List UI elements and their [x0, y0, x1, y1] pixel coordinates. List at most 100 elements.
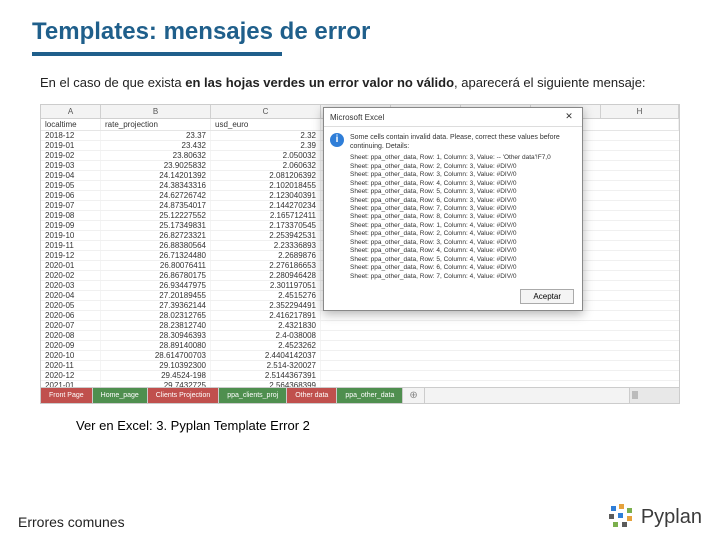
dialog-title: Microsoft Excel	[330, 113, 384, 122]
dialog-detail-line: Sheet: ppa_other_data, Row: 6, Column: 3…	[350, 197, 574, 205]
cell-time: 2020-10	[41, 351, 101, 360]
cell-rate: 28.30946393	[101, 331, 211, 340]
cell-time: 2020-03	[41, 281, 101, 290]
cell-rate: 24.62726742	[101, 191, 211, 200]
intro-text-1: En el caso de que exista	[40, 75, 185, 90]
cell-time: 2019-02	[41, 151, 101, 160]
cell-rate: 24.14201392	[101, 171, 211, 180]
cell-rate: 27.39362144	[101, 301, 211, 310]
cell-time: 2020-06	[41, 311, 101, 320]
cell-usd: 2.144270234	[211, 201, 321, 210]
cell-time: 2020-12	[41, 371, 101, 380]
cell-rate: 25.17349831	[101, 221, 211, 230]
cell-usd: 2.173370545	[211, 221, 321, 230]
cell-usd: 2.4321830	[211, 321, 321, 330]
sheet-tab[interactable]: ppa_clients_proj	[219, 388, 287, 403]
dialog-titlebar: Microsoft Excel ✕	[324, 108, 582, 127]
cell-usd: 2.32	[211, 131, 321, 140]
slide-title: Templates: mensajes de error	[32, 18, 688, 46]
col-header: B	[101, 105, 211, 118]
cell-time: 2020-09	[41, 341, 101, 350]
logo-dot	[611, 506, 616, 511]
cell-rate: 25.12227552	[101, 211, 211, 220]
brand-logo: Pyplan	[609, 504, 702, 530]
accept-button[interactable]: Aceptar	[520, 289, 574, 304]
cell-rate: 28.23812740	[101, 321, 211, 330]
dialog-detail-line: Sheet: ppa_other_data, Row: 1, Column: 4…	[350, 222, 574, 230]
sheet-tab[interactable]: Other data	[287, 388, 337, 403]
cell-time: 2019-06	[41, 191, 101, 200]
cell-usd: 2.102018455	[211, 181, 321, 190]
cell-time: 2020-11	[41, 361, 101, 370]
cell-usd: 2.4-038008	[211, 331, 321, 340]
cell-rate: 26.71324480	[101, 251, 211, 260]
cell-time: 2020-05	[41, 301, 101, 310]
cell-usd: 2.5144367391	[211, 371, 321, 380]
dialog-detail-line: Sheet: ppa_other_data, Row: 2, Column: 3…	[350, 163, 574, 171]
logo-dot	[627, 508, 632, 513]
cell-time: 2019-09	[41, 221, 101, 230]
intro-paragraph: En el caso de que exista en las hojas ve…	[40, 74, 680, 92]
cell-rate: 23.80632	[101, 151, 211, 160]
cell-time: 2020-04	[41, 291, 101, 300]
tab-scrollbar[interactable]	[629, 388, 679, 403]
cell-usd: 2.123040391	[211, 191, 321, 200]
field-label: rate_projection	[101, 119, 211, 130]
cell-time: 2019-01	[41, 141, 101, 150]
dialog-message: Some cells contain invalid data. Please,…	[350, 133, 574, 151]
cell-rate: 28.614700703	[101, 351, 211, 360]
field-label: localtime	[41, 119, 101, 130]
logo-dot	[609, 514, 614, 519]
cell-rate: 27.20189455	[101, 291, 211, 300]
cell-time: 2018-12	[41, 131, 101, 140]
cell-usd: 2.514-320027	[211, 361, 321, 370]
table-row: 2020-1229.4524-1982.5144367391	[41, 371, 679, 381]
cell-time: 2020-02	[41, 271, 101, 280]
sheet-tab[interactable]: Home_page	[93, 388, 148, 403]
intro-text-2: , aparecerá el siguiente mensaje:	[454, 75, 646, 90]
footer-section-title: Errores comunes	[18, 514, 125, 530]
logo-dot	[622, 522, 627, 527]
sheet-tabs: Front Page Home_page Clients Projection …	[41, 387, 679, 403]
cell-usd: 2.301197051	[211, 281, 321, 290]
cell-rate: 24.87354017	[101, 201, 211, 210]
cell-rate: 28.02312765	[101, 311, 211, 320]
dialog-footer: Aceptar	[324, 285, 582, 310]
cell-usd: 2.280946428	[211, 271, 321, 280]
table-row: 2020-0628.023127652.416217891	[41, 311, 679, 321]
cell-usd: 2.4515276	[211, 291, 321, 300]
col-header: C	[211, 105, 321, 118]
sheet-tab[interactable]: ppa_other_data	[337, 388, 403, 403]
info-icon: i	[330, 133, 344, 147]
dialog-detail-line: Sheet: ppa_other_data, Row: 7, Column: 3…	[350, 205, 574, 213]
brand-name: Pyplan	[641, 506, 702, 529]
cell-time: 2019-04	[41, 171, 101, 180]
sheet-tab[interactable]: Front Page	[41, 388, 93, 403]
add-sheet-button[interactable]: ⊕	[403, 388, 424, 403]
cell-usd: 2.081206392	[211, 171, 321, 180]
cell-rate: 29.10392300	[101, 361, 211, 370]
cell-time: 2020-01	[41, 261, 101, 270]
cell-usd: 2.416217891	[211, 311, 321, 320]
cell-time: 2019-07	[41, 201, 101, 210]
logo-icon	[609, 504, 635, 530]
dialog-detail-line: Sheet: ppa_other_data, Row: 2, Column: 4…	[350, 230, 574, 238]
table-row: 2020-1129.103923002.514-320027	[41, 361, 679, 371]
cell-rate: 28.89140080	[101, 341, 211, 350]
cell-rate: 24.38343316	[101, 181, 211, 190]
cell-rate: 26.93447975	[101, 281, 211, 290]
cell-rate: 26.80076411	[101, 261, 211, 270]
cell-usd: 2.165712411	[211, 211, 321, 220]
close-icon[interactable]: ✕	[562, 111, 576, 123]
cell-rate: 26.82723321	[101, 231, 211, 240]
cell-rate: 23.432	[101, 141, 211, 150]
cell-usd: 2.276186653	[211, 261, 321, 270]
logo-dot	[618, 513, 623, 518]
cell-time: 2019-05	[41, 181, 101, 190]
cell-time: 2019-10	[41, 231, 101, 240]
dialog-body: i Some cells contain invalid data. Pleas…	[324, 127, 582, 285]
cell-usd: 2.050032	[211, 151, 321, 160]
logo-dot	[613, 522, 618, 527]
cell-rate: 26.86780175	[101, 271, 211, 280]
sheet-tab[interactable]: Clients Projection	[148, 388, 219, 403]
